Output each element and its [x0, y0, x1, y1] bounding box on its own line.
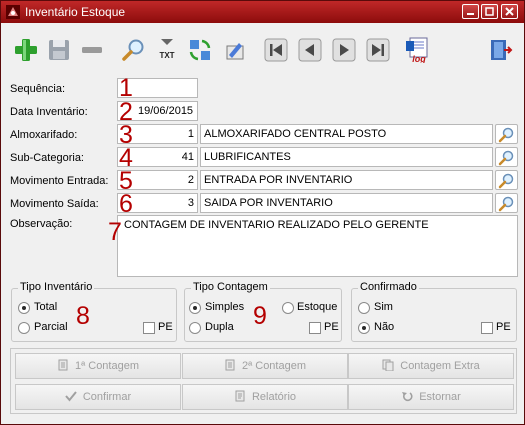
annotation-9: 9 [253, 302, 267, 330]
movimento-entrada-name-field[interactable]: ENTRADA POR INVENTARIO [200, 170, 493, 190]
tipo-contagem-simples-label: Simples [205, 301, 245, 313]
exit-icon[interactable] [487, 37, 513, 63]
estornar-label: Estornar [419, 391, 461, 403]
log-icon[interactable]: log [404, 37, 430, 63]
tipo-contagem-estoque-label: Estoque [297, 301, 338, 313]
tipo-inventario-pe-label: PE [158, 321, 173, 333]
tipo-inventario-parcial-radio[interactable] [18, 322, 30, 334]
confirmado-title: Confirmado [358, 281, 419, 293]
confirmar-button[interactable]: Confirmar [15, 384, 181, 410]
relatorio-label: Relatório [251, 391, 297, 403]
movimento-entrada-lookup-button[interactable] [495, 170, 518, 190]
maximize-button[interactable] [481, 4, 498, 19]
app-icon [6, 5, 20, 19]
first-record-icon[interactable] [263, 37, 289, 63]
relatorio-button[interactable]: Relatório [182, 384, 348, 410]
confirmado-pe-label: PE [496, 321, 511, 333]
action-buttons-panel: 1ª Contagem 2ª Contagem Contagem Extra C… [10, 348, 517, 414]
confirmar-label: Confirmar [82, 391, 132, 403]
close-icon [505, 7, 514, 16]
confirmado-nao-label: Não [374, 321, 395, 333]
almoxarifado-name-field[interactable]: ALMOXARIFADO CENTRAL POSTO [200, 124, 493, 144]
movimento-saida-lookup-button[interactable] [495, 193, 518, 213]
contagem-extra-label: Contagem Extra [400, 360, 480, 372]
sequencia-label: Sequência: [10, 83, 66, 95]
next-record-icon[interactable] [331, 37, 357, 63]
almoxarifado-label: Almoxarifado: [10, 129, 78, 141]
search-icon[interactable] [121, 37, 147, 63]
search-icon [498, 196, 514, 212]
form-area: Sequência: 1 Data Inventário: 19/06/2015… [1, 71, 524, 424]
document-icon [225, 359, 235, 371]
last-record-icon[interactable] [365, 37, 391, 63]
annotation-8: 8 [76, 302, 90, 330]
confirmado-sim-radio[interactable] [358, 302, 370, 314]
observacao-field[interactable]: CONTAGEM DE INVENTARIO REALIZADO PELO GE… [117, 215, 518, 277]
estornar-button[interactable]: Estornar [348, 384, 514, 410]
toolbar: TXT log [1, 23, 524, 71]
save-icon[interactable] [46, 37, 72, 63]
txt-label: TXT [159, 51, 174, 60]
checkmark-icon [65, 391, 77, 402]
movimento-saida-label: Movimento Saída: [10, 198, 99, 210]
almoxarifado-lookup-button[interactable] [495, 124, 518, 144]
movimento-entrada-label: Movimento Entrada: [10, 175, 109, 187]
window-title: Inventário Estoque [25, 5, 126, 19]
tipo-inventario-parcial-label: Parcial [34, 321, 68, 333]
primeira-contagem-button[interactable]: 1ª Contagem [15, 353, 181, 379]
subcategoria-lookup-button[interactable] [495, 147, 518, 167]
report-icon [235, 390, 245, 402]
confirmado-pe-checkbox[interactable] [481, 322, 493, 334]
contagem-extra-button[interactable]: Contagem Extra [348, 353, 514, 379]
data-inventario-label: Data Inventário: [10, 106, 88, 118]
subcategoria-name-field[interactable]: LUBRIFICANTES [200, 147, 493, 167]
documents-icon [382, 359, 394, 371]
tipo-contagem-estoque-radio[interactable] [282, 302, 294, 314]
primeira-contagem-label: 1ª Contagem [75, 360, 139, 372]
confirmado-sim-label: Sim [374, 301, 393, 313]
search-icon [498, 150, 514, 166]
minimize-button[interactable] [462, 4, 479, 19]
maximize-icon [485, 7, 494, 16]
inventario-window: Inventário Estoque TXT log Sequência: 1 … [0, 0, 525, 425]
tipo-contagem-dupla-radio[interactable] [189, 322, 201, 334]
document-icon [58, 359, 68, 371]
tipo-contagem-title: Tipo Contagem [191, 281, 270, 293]
txt-export-icon[interactable]: TXT [154, 37, 180, 63]
annotation-7: 7 [108, 218, 122, 246]
previous-record-icon[interactable] [297, 37, 323, 63]
search-icon [498, 127, 514, 143]
tipo-contagem-dupla-label: Dupla [205, 321, 234, 333]
tipo-inventario-group: Tipo Inventário Total Parcial PE [11, 281, 177, 342]
remove-icon[interactable] [79, 37, 105, 63]
add-icon[interactable] [13, 37, 39, 63]
close-button[interactable] [501, 4, 518, 19]
subcategoria-label: Sub-Categoria: [10, 152, 84, 164]
annotation-6: 6 [119, 190, 133, 218]
confirmado-group: Confirmado Sim Não PE [351, 281, 517, 342]
edit-icon[interactable] [222, 37, 248, 63]
log-label: log [412, 54, 426, 63]
tipo-contagem-pe-checkbox[interactable] [309, 322, 321, 334]
minimize-icon [467, 13, 474, 15]
movimento-saida-name-field[interactable]: SAIDA POR INVENTARIO [200, 193, 493, 213]
segunda-contagem-button[interactable]: 2ª Contagem [182, 353, 348, 379]
tipo-inventario-title: Tipo Inventário [18, 281, 95, 293]
tipo-inventario-pe-checkbox[interactable] [143, 322, 155, 334]
search-icon [498, 173, 514, 189]
tipo-inventario-total-label: Total [34, 301, 58, 313]
refresh-icon[interactable] [187, 37, 213, 63]
undo-icon [402, 392, 413, 402]
tipo-contagem-pe-label: PE [324, 321, 339, 333]
confirmado-nao-radio[interactable] [358, 322, 370, 334]
title-bar: Inventário Estoque [1, 1, 524, 23]
tipo-inventario-total-radio[interactable] [18, 302, 30, 314]
observacao-label: Observação: [10, 218, 73, 230]
segunda-contagem-label: 2ª Contagem [242, 360, 306, 372]
tipo-contagem-simples-radio[interactable] [189, 302, 201, 314]
